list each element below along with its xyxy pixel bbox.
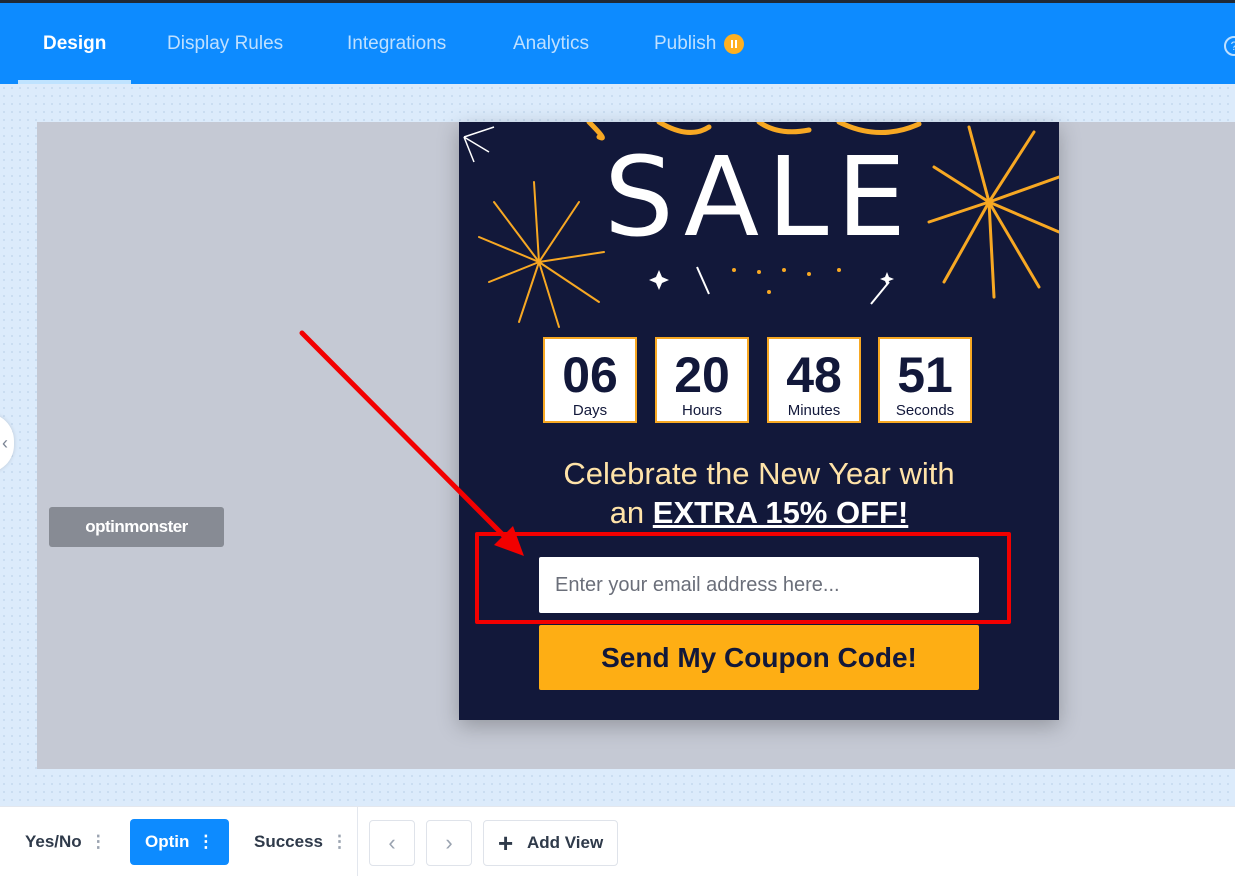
- countdown-value: 20: [674, 347, 730, 403]
- more-options-icon[interactable]: ⋮: [331, 832, 348, 851]
- countdown-label: Seconds: [895, 402, 955, 419]
- pause-icon: [724, 34, 744, 54]
- headline-prefix: an: [609, 495, 653, 530]
- tab-integrations[interactable]: Integrations: [347, 3, 446, 84]
- countdown-label: Minutes: [787, 402, 841, 419]
- top-navigation-bar: Design Display Rules Integrations Analyt…: [0, 3, 1235, 84]
- headline-line-2: an EXTRA 15% OFF!: [459, 493, 1059, 532]
- popup-headline: Celebrate the New Year with an EXTRA 15%…: [459, 454, 1059, 532]
- countdown-hours: 20 Hours: [655, 337, 749, 423]
- campaign-popup[interactable]: SALE 06 Days 20 Hours 48 Minutes 51 Seco…: [459, 122, 1059, 720]
- countdown-days: 06 Days: [543, 337, 637, 423]
- tab-publish[interactable]: Publish: [654, 3, 716, 84]
- view-switcher-bar: Yes/No ⋮ Optin ⋮ Success ⋮ ‹ › + Add View: [0, 806, 1235, 876]
- add-view-label: Add View: [527, 833, 604, 852]
- optinmonster-logo: optinmonster: [49, 507, 224, 547]
- chevron-right-icon: ›: [445, 830, 453, 855]
- send-coupon-button[interactable]: Send My Coupon Code!: [539, 625, 979, 690]
- tab-design[interactable]: Design: [17, 3, 132, 84]
- view-tab-label: Yes/No: [25, 832, 82, 851]
- countdown-value: 48: [786, 347, 842, 403]
- more-options-icon[interactable]: ⋮: [197, 832, 214, 851]
- divider: [357, 807, 358, 876]
- view-tab-label: Optin: [145, 832, 190, 851]
- countdown-value: 06: [562, 347, 618, 403]
- headline-line-1: Celebrate the New Year with: [563, 456, 955, 491]
- discount-text: EXTRA 15% OFF!: [652, 495, 909, 530]
- add-view-button[interactable]: + Add View: [483, 820, 618, 866]
- countdown-label: Days: [572, 402, 608, 419]
- next-view-button[interactable]: ›: [426, 820, 472, 866]
- view-tab-yes-no[interactable]: Yes/No ⋮: [25, 819, 107, 865]
- more-options-icon[interactable]: ⋮: [90, 832, 107, 851]
- countdown-seconds: 51 Seconds: [878, 337, 972, 423]
- tab-analytics[interactable]: Analytics: [513, 3, 589, 84]
- countdown-label: Hours: [681, 402, 722, 419]
- view-tab-success[interactable]: Success ⋮: [254, 819, 348, 865]
- help-icon[interactable]: ?: [1224, 36, 1235, 56]
- plus-icon: +: [498, 828, 514, 858]
- sale-heading: SALE: [604, 133, 914, 261]
- annotation-highlight-box: [475, 532, 1011, 624]
- countdown-minutes: 48 Minutes: [767, 337, 861, 423]
- countdown-value: 51: [897, 347, 953, 403]
- previous-view-button[interactable]: ‹: [369, 820, 415, 866]
- view-tab-label: Success: [254, 832, 323, 851]
- tab-display-rules[interactable]: Display Rules: [167, 3, 283, 84]
- chevron-left-icon: ‹: [388, 830, 396, 855]
- view-tab-optin[interactable]: Optin ⋮: [130, 819, 230, 865]
